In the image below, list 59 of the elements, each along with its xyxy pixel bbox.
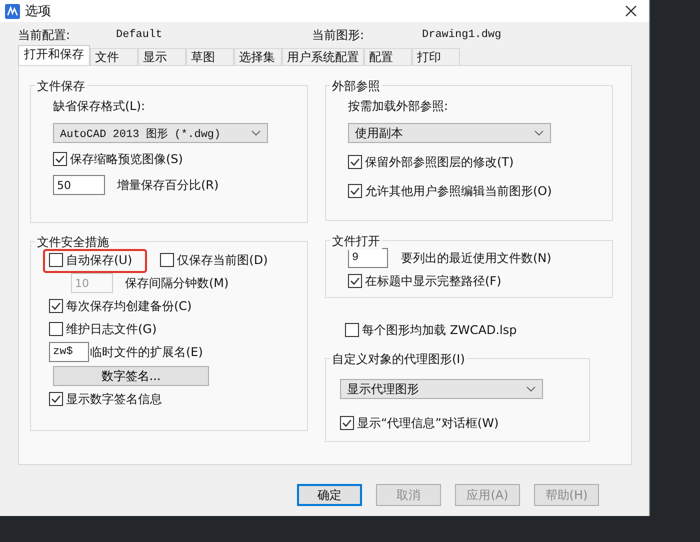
checkbox[interactable] <box>49 253 63 267</box>
profile-label: 当前配置: <box>18 26 72 44</box>
proxy-dropdown[interactable]: 显示代理图形 <box>340 379 543 399</box>
tab[interactable]: 打印 <box>412 48 460 65</box>
checkbox[interactable] <box>340 416 354 430</box>
group-title: 外部参照 <box>330 78 382 95</box>
xref-dropdown[interactable]: 使用副本 <box>348 123 551 143</box>
digital-signature-button[interactable]: 数字签名... <box>53 366 209 386</box>
group-title: 文件保存 <box>35 78 87 95</box>
group-title: 自定义对象的代理图形(I) <box>330 351 467 368</box>
tab[interactable]: 文件 <box>90 48 138 65</box>
tab[interactable]: 选择集 <box>234 48 282 65</box>
checkbox[interactable] <box>345 323 359 337</box>
checkbox[interactable] <box>160 253 174 267</box>
checkbox[interactable] <box>49 392 63 406</box>
checkbox[interactable] <box>53 152 67 166</box>
checkbox[interactable] <box>348 155 362 169</box>
profile-name: Default <box>116 29 164 41</box>
checkbox-label: 显示“代理信息”对话框(W) <box>357 414 499 432</box>
percent-input[interactable]: 50 <box>53 175 105 195</box>
checkbox-label: 仅保存当前图(D) <box>177 252 268 268</box>
checkbox[interactable] <box>348 184 362 198</box>
field-label: 缺省保存格式(L): <box>53 98 146 115</box>
checkbox-label: 维护日志文件(G) <box>66 320 157 338</box>
tab[interactable]: 显示 <box>138 48 186 65</box>
tab[interactable]: 草图 <box>186 48 234 65</box>
checkbox-label: 每个图形均加载 ZWCAD.lsp <box>362 322 517 338</box>
chevron-icon <box>526 386 536 392</box>
checkbox-label: 保留外部参照图层的修改(T) <box>365 154 514 170</box>
window-title: 选项 <box>25 3 52 20</box>
checkbox-label: 自动保存(U) <box>66 252 132 268</box>
checkbox[interactable] <box>348 274 362 288</box>
extension-input[interactable]: zw$ <box>49 342 89 362</box>
tab[interactable]: 打开和保存 <box>18 45 90 65</box>
recent-count-input[interactable]: 9 <box>348 248 388 268</box>
chevron-icon <box>251 130 261 136</box>
checkbox-label: 显示数字签名信息 <box>66 390 162 408</box>
drawing-label: 当前图形: <box>312 26 366 44</box>
checkbox-label: 每次保存均创建备份(C) <box>66 298 192 314</box>
chevron-icon <box>534 130 544 136</box>
close-icon[interactable] <box>625 5 637 17</box>
dialog-button[interactable]: 确定 <box>297 484 362 506</box>
checkbox[interactable] <box>49 322 63 336</box>
format-dropdown[interactable]: AutoCAD 2013 图形 (*.dwg) <box>53 123 268 143</box>
tab[interactable]: 用户系统配置 <box>282 48 364 65</box>
checkbox[interactable] <box>49 299 63 313</box>
group-title: 文件安全措施 <box>35 234 111 251</box>
drawing-name: Drawing1.dwg <box>422 29 502 41</box>
field-label: 保存间隔分钟数(M) <box>125 274 229 292</box>
checkbox-label: 在标题中显示完整路径(F) <box>365 272 502 290</box>
checkbox-label: 允许其他用户参照编辑当前图形(O) <box>365 182 552 200</box>
group-title: 文件打开 <box>330 233 382 250</box>
app-icon <box>5 4 20 18</box>
field-label: 按需加载外部参照: <box>348 98 450 115</box>
checkbox-label: 保存缩略预览图像(S) <box>70 150 183 168</box>
field-label: 增量保存百分比(R) <box>117 176 219 194</box>
tab[interactable]: 配置 <box>364 48 412 65</box>
field-label: 要列出的最近使用文件数(N) <box>401 250 552 266</box>
field-label: 临时文件的扩展名(E) <box>90 344 203 360</box>
